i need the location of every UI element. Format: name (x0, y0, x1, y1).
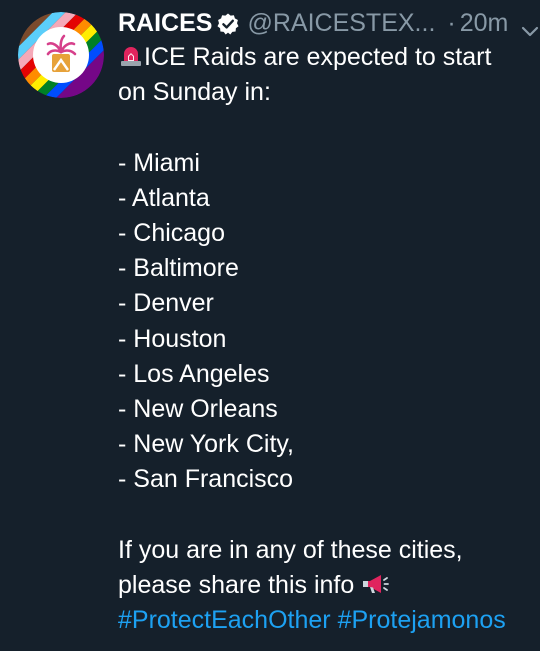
chevron-down-icon[interactable] (520, 15, 540, 37)
city-list-item: - Baltimore (118, 254, 239, 283)
hashtag-link[interactable]: #Protejamonos (338, 606, 506, 634)
rotating-light-icon (118, 43, 144, 78)
hashtag-link[interactable]: #ProtectEachOther (118, 606, 331, 634)
intro-text-1: ICE Raids are expected to start (144, 43, 492, 71)
intro-line-2: on Sunday in: (118, 78, 271, 107)
city-list-item: - Chicago (118, 218, 225, 247)
closing-text-2: please share this info (118, 570, 355, 599)
closing-line-2: please share this info (118, 568, 538, 603)
separator-dot: · (447, 9, 456, 37)
user-handle[interactable]: @RAICESTEX... (247, 6, 435, 40)
intro-line-1: ICE Raids are expected to start (118, 40, 538, 75)
city-list-item: - Atlanta (118, 183, 210, 212)
loudspeaker-icon (361, 571, 390, 606)
city-list-item: - Denver (118, 289, 214, 318)
city-list-item: - Houston (118, 324, 227, 353)
city-list-item: - Los Angeles (118, 359, 270, 388)
tweet[interactable]: RAICES @RAICESTEX... · 20m ICE Raids are… (0, 0, 540, 651)
city-list-item: - New York City, (118, 430, 294, 459)
timestamp[interactable]: 20m (460, 6, 509, 40)
city-list-item: - Miami (118, 148, 200, 177)
tweet-text: ICE Raids are expected to start on Sunda… (118, 40, 538, 638)
city-list-item: - San Francisco (118, 465, 294, 494)
display-name[interactable]: RAICES (118, 6, 212, 40)
city-list-item: - New Orleans (118, 394, 278, 423)
hashtag-line: #ProtectEachOther #Protejamonos (118, 603, 538, 638)
raices-logo-icon[interactable] (18, 12, 104, 98)
tweet-header: RAICES @RAICESTEX... · 20m (118, 6, 540, 40)
verified-badge-icon (216, 11, 240, 35)
closing-line-1: If you are in any of these cities, (118, 535, 463, 564)
